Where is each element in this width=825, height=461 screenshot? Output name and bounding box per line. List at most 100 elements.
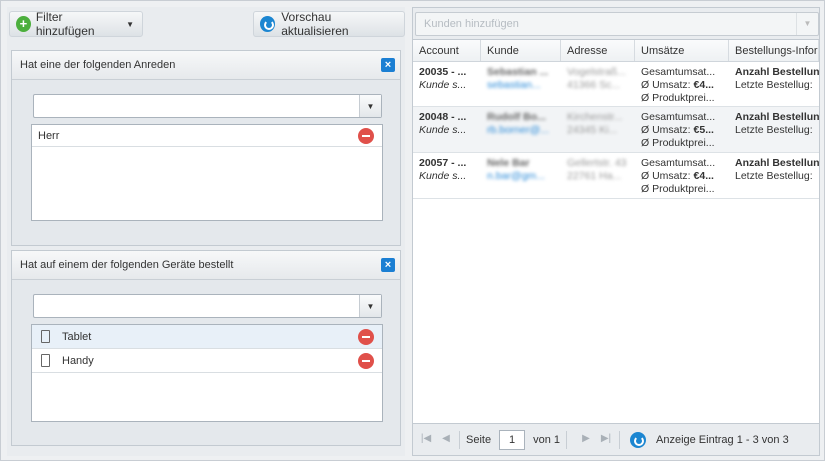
next-page-icon[interactable]: ▶ xyxy=(579,433,593,447)
chevron-down-icon[interactable]: ▼ xyxy=(359,295,381,317)
list-item-label: Tablet xyxy=(62,330,92,343)
sales-cell: Gesamtumsat... Ø Umsatz: €4... Ø Produkt… xyxy=(635,62,729,106)
account-type: Kunde s... xyxy=(419,170,467,182)
column-header-address[interactable]: Adresse xyxy=(561,40,635,61)
sales-cell: Gesamtumsat... Ø Umsatz: €5... Ø Produkt… xyxy=(635,107,729,152)
table-row[interactable]: 20048 - ... Kunde s... Rudolf Bo... rb.b… xyxy=(413,107,819,153)
account-id: 20048 - ... xyxy=(419,111,467,123)
chevron-down-icon[interactable]: ▼ xyxy=(796,13,818,35)
customer-name: Rudolf Bo... xyxy=(487,111,546,123)
filter-title: Hat auf einem der folgenden Geräte beste… xyxy=(20,259,234,271)
avg-sales-label: Ø Umsatz: xyxy=(641,124,694,136)
refresh-preview-label: Vorschau aktualisieren xyxy=(281,10,349,38)
customer-cell: Nele Bar n.bar@gm... xyxy=(481,153,561,198)
avg-product-price: Ø Produktprei... xyxy=(641,183,715,195)
sales-cell: Gesamtumsat... Ø Umsatz: €4... Ø Produkt… xyxy=(635,153,729,198)
address-line2: 41366 Sc... xyxy=(567,79,621,91)
customer-name: Nele Bar xyxy=(487,157,530,169)
remove-icon[interactable] xyxy=(358,353,374,369)
close-filter-icon[interactable]: × xyxy=(381,258,395,272)
app-window: + Filter hinzufügen ▼ Vorschau aktualisi… xyxy=(0,0,825,461)
list-item[interactable]: Handy xyxy=(32,349,382,373)
total-sales: Gesamtumsat... xyxy=(641,111,716,123)
pagination-bar: |◀ ◀ Seite 1 von 1 ▶ ▶| Anzeige Eintrag … xyxy=(413,423,819,455)
customer-email-link[interactable]: sebastian... xyxy=(487,79,561,92)
list-item-label: Herr xyxy=(38,129,60,142)
last-order: Letzte Bestellug: xyxy=(735,170,813,182)
separator xyxy=(566,430,567,449)
remove-icon[interactable] xyxy=(358,329,374,345)
refresh-icon[interactable] xyxy=(630,431,646,448)
avg-sales: Ø Umsatz: €4... xyxy=(641,79,729,92)
address-line1: Vogelstraß... xyxy=(567,66,626,78)
refresh-preview-button[interactable]: Vorschau aktualisieren xyxy=(253,10,405,38)
display-info: Anzeige Eintrag 1 - 3 von 3 xyxy=(656,433,789,446)
add-filter-button[interactable]: + Filter hinzufügen ▼ xyxy=(9,10,143,38)
remove-icon[interactable] xyxy=(358,128,374,144)
order-info-cell: Anzahl Bestellun Letzte Bestellug: xyxy=(729,62,819,106)
account-cell: 20057 - ... Kunde s... xyxy=(413,153,481,198)
avg-sales-label: Ø Umsatz: xyxy=(641,79,694,91)
salutation-list: Herr xyxy=(31,124,383,221)
avg-sales-label: Ø Umsatz: xyxy=(641,170,694,182)
order-count: Anzahl Bestellun xyxy=(735,157,819,169)
list-item-label: Handy xyxy=(62,354,94,367)
page-label: Seite xyxy=(466,433,492,446)
address-line1: Gellertstr. 43 xyxy=(567,157,627,169)
filter-toolbar: + Filter hinzufügen ▼ Vorschau aktualisi… xyxy=(7,7,405,39)
account-cell: 20048 - ... Kunde s... xyxy=(413,107,481,152)
address-cell: Kirchenstr... 24345 Ki... xyxy=(561,107,635,152)
last-page-icon[interactable]: ▶| xyxy=(599,433,613,447)
close-filter-icon[interactable]: × xyxy=(381,58,395,72)
address-line2: 22761 Ha... xyxy=(567,170,622,182)
tablet-icon xyxy=(41,330,50,343)
order-info-cell: Anzahl Bestellun Letzte Bestellug: xyxy=(729,107,819,152)
column-header-order-info[interactable]: Bestellungs-Infor xyxy=(729,40,819,61)
last-order: Letzte Bestellug: xyxy=(735,79,813,91)
address-line1: Kirchenstr... xyxy=(567,111,623,123)
filter-panel: + Filter hinzufügen ▼ Vorschau aktualisi… xyxy=(7,7,405,456)
plus-icon: + xyxy=(16,16,31,32)
salutation-combo[interactable]: ▼ xyxy=(33,94,382,118)
avg-product-price: Ø Produktprei... xyxy=(641,92,715,104)
add-customers-combo[interactable]: Kunden hinzufügen ▼ xyxy=(415,12,819,36)
filter-title: Hat eine der folgenden Anreden xyxy=(20,59,176,71)
customer-email-link[interactable]: rb.borner@... xyxy=(487,124,561,137)
page-number-input[interactable]: 1 xyxy=(499,429,526,450)
avg-sales-value: €4... xyxy=(693,79,714,91)
list-item[interactable]: Tablet xyxy=(32,325,382,349)
table-row[interactable]: 20057 - ... Kunde s... Nele Bar n.bar@gm… xyxy=(413,153,819,199)
column-header-account[interactable]: Account xyxy=(413,40,481,61)
table-row[interactable]: 20035 - ... Kunde s... Sebastian ... seb… xyxy=(413,62,819,107)
add-customers-placeholder: Kunden hinzufügen xyxy=(424,18,519,30)
avg-sales-value: €4... xyxy=(693,170,714,182)
device-combo[interactable]: ▼ xyxy=(33,294,382,318)
account-id: 20057 - ... xyxy=(419,157,467,169)
account-type: Kunde s... xyxy=(419,124,467,136)
customer-cell: Sebastian ... sebastian... xyxy=(481,62,561,106)
first-page-icon[interactable]: |◀ xyxy=(419,433,433,447)
page-count-label: von 1 xyxy=(533,433,560,446)
customer-email-link[interactable]: n.bar@gm... xyxy=(487,170,561,183)
total-sales: Gesamtumsat... xyxy=(641,66,716,78)
refresh-icon xyxy=(260,16,276,32)
avg-sales: Ø Umsatz: €4... xyxy=(641,170,729,183)
filter-header: Hat auf einem der folgenden Geräte beste… xyxy=(12,251,400,280)
filter-salutation: Hat eine der folgenden Anreden × ▼ Herr xyxy=(11,50,401,246)
list-item[interactable]: Herr xyxy=(32,125,382,147)
column-header-sales[interactable]: Umsätze xyxy=(635,40,729,61)
chevron-down-icon[interactable]: ▼ xyxy=(359,95,381,117)
total-sales: Gesamtumsat... xyxy=(641,157,716,169)
previous-page-icon[interactable]: ◀ xyxy=(439,433,453,447)
address-line2: 24345 Ki... xyxy=(567,124,618,136)
account-id: 20035 - ... xyxy=(419,66,467,78)
account-type: Kunde s... xyxy=(419,79,467,91)
column-header-customer[interactable]: Kunde xyxy=(481,40,561,61)
last-order: Letzte Bestellug: xyxy=(735,124,813,136)
avg-sales-value: €5... xyxy=(693,124,714,136)
separator xyxy=(619,430,620,449)
order-count: Anzahl Bestellun xyxy=(735,66,819,78)
avg-product-price: Ø Produktprei... xyxy=(641,137,715,149)
account-cell: 20035 - ... Kunde s... xyxy=(413,62,481,106)
address-cell: Vogelstraß... 41366 Sc... xyxy=(561,62,635,106)
